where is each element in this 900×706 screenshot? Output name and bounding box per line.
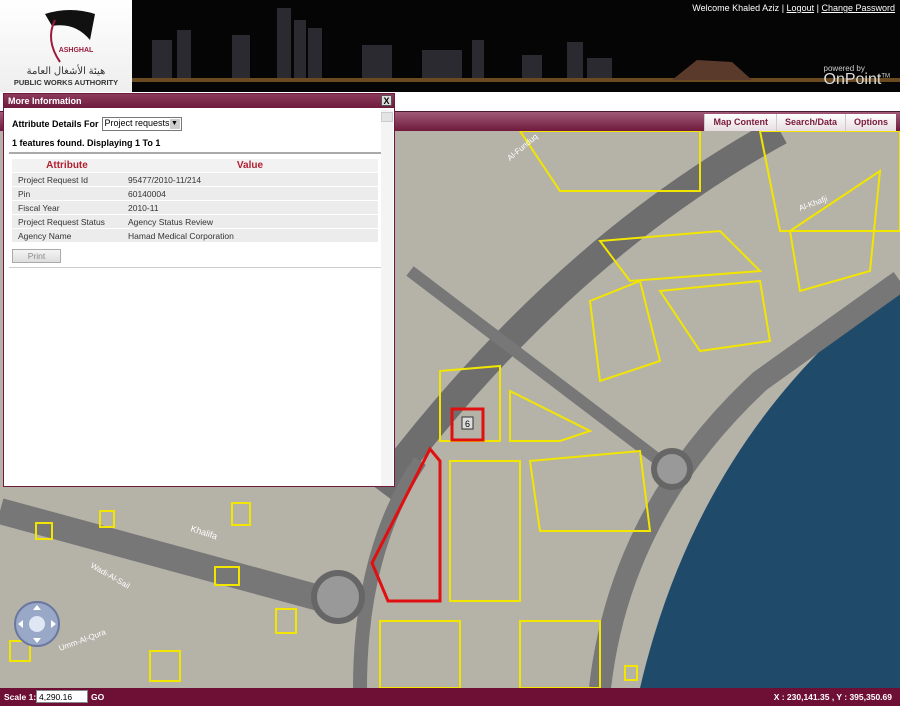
select-value: Project requests <box>104 118 170 128</box>
print-button[interactable]: Print <box>12 249 61 263</box>
attribute-value: Hamad Medical Corporation <box>122 229 378 242</box>
column-header: Attribute <box>12 159 122 172</box>
divider <box>9 152 381 154</box>
tab-options[interactable]: Options <box>845 114 896 131</box>
attribute-name: Project Request Id <box>12 173 122 186</box>
onpoint-logo: OnPoint <box>823 71 882 88</box>
dialog-title: More Information <box>8 96 82 106</box>
scale-label: Scale 1: <box>4 692 37 702</box>
separator: | <box>781 3 785 13</box>
close-icon[interactable]: X <box>381 95 392 106</box>
scrollbar[interactable] <box>381 110 393 486</box>
more-information-dialog: More Information X Attribute Details For… <box>3 93 395 487</box>
scroll-thumb[interactable] <box>381 112 393 122</box>
change-password-link[interactable]: Change Password <box>821 3 895 13</box>
globe-icon <box>29 616 45 632</box>
tab-search-data[interactable]: Search/Data <box>775 114 845 131</box>
header: ASHGHAL هيئة الأشغال العامة PUBLIC WORKS… <box>0 0 900 92</box>
pan-control[interactable] <box>14 601 60 647</box>
logout-link[interactable]: Logout <box>787 3 815 13</box>
column-header: Value <box>122 159 378 172</box>
city-skyline-banner <box>132 0 900 92</box>
attribute-value: 2010-11 <box>122 201 378 214</box>
attribute-table: Attribute Value Project Request Id 95477/2… <box>12 158 378 243</box>
go-button[interactable]: GO <box>91 692 104 702</box>
dialog-titlebar[interactable]: More Information X <box>4 94 394 108</box>
tab-map-content[interactable]: Map Content <box>704 114 776 131</box>
attribute-name: Fiscal Year <box>12 201 122 214</box>
logo: ASHGHAL هيئة الأشغال العامة PUBLIC WORKS… <box>0 0 132 92</box>
layer-select[interactable]: Project requests ▼ <box>101 117 182 131</box>
trademark: TM <box>881 73 890 80</box>
attribute-name: Agency Name <box>12 229 122 242</box>
scale-input[interactable] <box>36 690 88 703</box>
logo-english-text: PUBLIC WORKS AUTHORITY <box>13 78 119 87</box>
logo-arabic-text: هيئة الأشغال العامة <box>26 66 106 77</box>
table-row: Project Request Id 95477/2010-11/214 <box>12 173 378 186</box>
divider <box>9 267 381 268</box>
coordinates-readout: X : 230,141.35 , Y : 395,350.69 <box>773 692 892 702</box>
welcome-text: Welcome Khaled Aziz <box>692 3 780 13</box>
svg-text:ASHGHAL: ASHGHAL <box>59 47 94 54</box>
user-links: Welcome Khaled Aziz | Logout | Change Pa… <box>692 3 895 13</box>
table-row: Pin 60140004 <box>12 187 378 200</box>
attribute-value: 60140004 <box>122 187 378 200</box>
powered-by: powered by OnPointTM <box>824 64 890 89</box>
parcel-label: 6 <box>465 419 470 429</box>
ashghal-logo-icon: ASHGHAL <box>45 10 95 63</box>
chevron-down-icon: ▼ <box>169 119 180 129</box>
results-count: 1 features found. Displaying 1 To 1 <box>12 138 161 148</box>
table-row: Agency Name Hamad Medical Corporation <box>12 229 378 242</box>
attribute-name: Pin <box>12 187 122 200</box>
attribute-value: 95477/2010-11/214 <box>122 173 378 186</box>
attribute-value: Agency Status Review <box>122 215 378 228</box>
attribute-name: Project Request Status <box>12 215 122 228</box>
attribute-details-label: Attribute Details For <box>12 119 99 129</box>
table-row: Project Request Status Agency Status Revi… <box>12 215 378 228</box>
separator: | <box>816 3 819 13</box>
table-row: Fiscal Year 2010-11 <box>12 201 378 214</box>
status-bar: Scale 1: GO X : 230,141.35 , Y : 395,350… <box>0 688 900 706</box>
